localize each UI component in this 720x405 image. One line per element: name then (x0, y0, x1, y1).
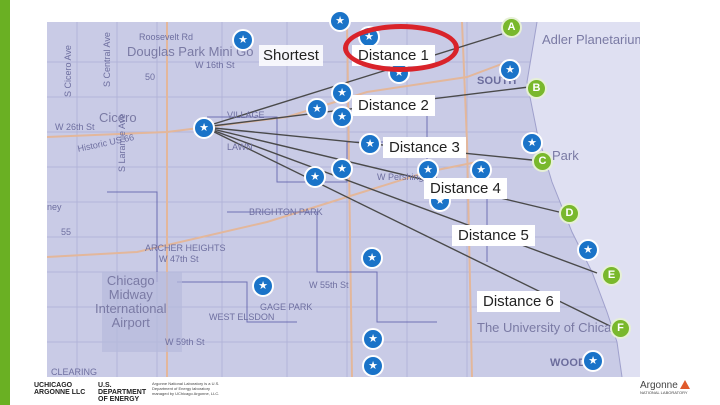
label-adler-planetarium: Adler Planetarium (542, 32, 640, 47)
distance-3-label: Distance 3 (383, 137, 466, 158)
station-star-icon[interactable]: ★ (304, 166, 326, 188)
distance-5-label: Distance 5 (452, 225, 535, 246)
label-cicero-ave: S Cicero Ave (63, 45, 73, 97)
station-star-icon[interactable]: ★ (331, 158, 353, 180)
uchicago-argonne-logo: UCHICAGO ARGONNE LLC (34, 382, 85, 396)
marker-f[interactable]: F (610, 318, 631, 339)
label-central-ave: S Central Ave (102, 32, 112, 87)
label-w26th: W 26th St (55, 122, 95, 132)
station-star-icon[interactable]: ★ (499, 59, 521, 81)
label-brighton-park: BRIGHTON PARK (249, 207, 323, 217)
doe-disclaimer: Argonne National Laboratory is a U.S. De… (152, 381, 220, 396)
station-star-icon[interactable]: ★ (331, 82, 353, 104)
argonne-sub-text: NATIONAL LABORATORY (640, 390, 688, 395)
marker-e[interactable]: E (601, 265, 622, 286)
origin-star-icon[interactable]: ★ (193, 117, 215, 139)
label-west-elsdon: WEST ELSDON (209, 312, 275, 322)
distance-4-label: Distance 4 (424, 178, 507, 199)
station-star-icon[interactable]: ★ (582, 350, 604, 372)
station-star-icon[interactable]: ★ (359, 133, 381, 155)
station-star-icon[interactable]: ★ (577, 239, 599, 261)
shortest-label: Shortest (259, 45, 323, 66)
label-gage-park: GAGE PARK (260, 302, 313, 312)
marker-b[interactable]: B (526, 78, 547, 99)
argonne-llc-text: ARGONNE LLC (34, 389, 86, 396)
argonne-logo: Argonne NATIONAL LABORATORY (640, 380, 690, 395)
station-star-icon[interactable]: ★ (252, 275, 274, 297)
label-midway-airport: Chicago Midway International Airport (95, 273, 167, 330)
uchicago-text: UCHICAGO (34, 382, 73, 389)
label-w55th: W 55th St (309, 280, 349, 290)
station-star-icon[interactable]: ★ (362, 328, 384, 350)
distance-2-label: Distance 2 (352, 95, 435, 116)
label-w16th: W 16th St (195, 60, 235, 70)
label-clearing: CLEARING (51, 367, 98, 377)
argonne-triangle-icon (679, 380, 690, 389)
marker-a[interactable]: A (501, 17, 522, 38)
station-star-icon[interactable]: ★ (232, 29, 254, 51)
label-route-55: 55 (61, 227, 72, 237)
marker-c[interactable]: C (532, 151, 553, 172)
shortest-highlight-ellipse (343, 24, 459, 72)
station-star-icon[interactable]: ★ (329, 10, 351, 32)
accent-bar (0, 0, 10, 405)
label-village: VILLAGE (227, 110, 265, 120)
label-university-of-chicago: The University of Chicago (477, 320, 626, 335)
doe-logo: U.S. DEPARTMENT OF ENERGY (98, 382, 147, 403)
station-star-icon[interactable]: ★ (331, 106, 353, 128)
station-star-icon[interactable]: ★ (362, 355, 384, 377)
label-roosevelt: Roosevelt Rd (139, 32, 194, 42)
label-archer-heights: ARCHER HEIGHTS (145, 243, 226, 253)
label-route-50: 50 (145, 72, 156, 82)
label-park: Park (552, 148, 579, 163)
map-view[interactable]: Roosevelt Rd Douglas Park Mini Go W 16th… (47, 22, 640, 377)
distance-6-label: Distance 6 (477, 291, 560, 312)
label-w47th: W 47th St (159, 254, 199, 264)
label-w59th: W 59th St (165, 337, 205, 347)
station-star-icon[interactable]: ★ (306, 98, 328, 120)
label-lawn: LAWN (227, 142, 253, 152)
label-ney: ney (47, 202, 62, 212)
marker-d[interactable]: D (559, 203, 580, 224)
station-star-icon[interactable]: ★ (361, 247, 383, 269)
label-laramie-ave: S Laramie Ave (117, 113, 127, 172)
